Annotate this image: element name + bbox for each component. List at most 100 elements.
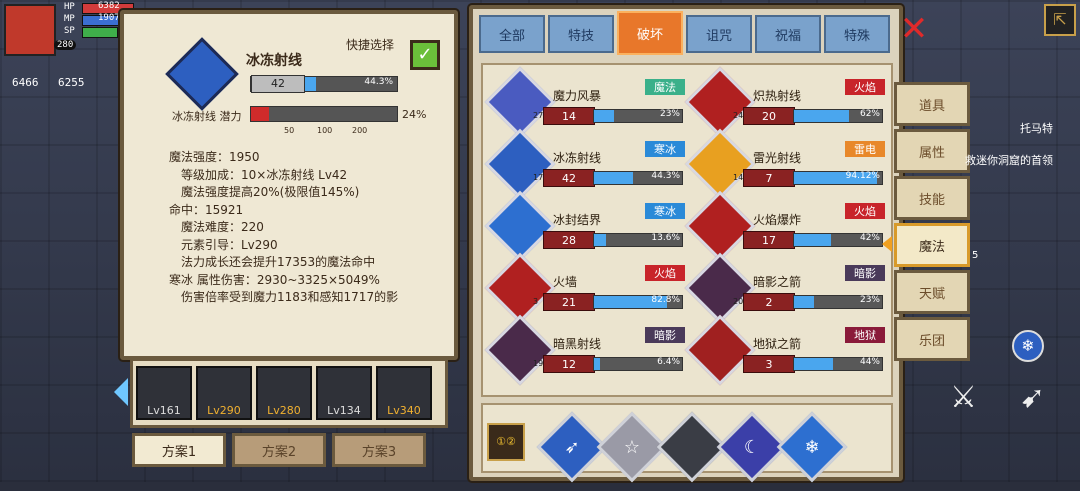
skill-progress-fill: [594, 358, 600, 370]
side-tab[interactable]: 技能: [894, 176, 970, 220]
category-tab[interactable]: 全部: [479, 15, 545, 53]
slot-glyph: [670, 425, 714, 469]
companion-slot[interactable]: Lv280: [256, 366, 312, 420]
element-badge: 火焰: [645, 265, 685, 281]
companion-level: Lv280: [267, 404, 301, 417]
slot-glyph: ❄: [804, 436, 820, 458]
skill-icon: [484, 66, 556, 138]
element-badge: 地狱: [845, 327, 885, 343]
plan-tab-3[interactable]: 方案3: [332, 433, 426, 467]
skill-progress-bar: 23%: [593, 109, 683, 123]
sp-bar: [82, 27, 118, 38]
element-badge: 火焰: [845, 79, 885, 95]
frost-shortcut-icon[interactable]: ❄: [1012, 330, 1044, 362]
potential-label: 冰冻射线 潜力: [172, 110, 242, 123]
companion-slot[interactable]: Lv134: [316, 366, 372, 420]
stat-line: 魔法难度：220: [181, 220, 264, 234]
skill-card[interactable]: 冰封结界 寒冰 28 13.6%: [484, 190, 685, 262]
side-tab[interactable]: 魔法: [894, 223, 970, 267]
skill-icon: [484, 252, 556, 324]
skill-card[interactable]: 雷光射线 雷电 7 94.12% 14: [684, 128, 885, 200]
skill-icon: [684, 66, 756, 138]
currency-2: 6255: [58, 76, 85, 89]
category-tab[interactable]: 特殊: [824, 15, 890, 53]
skill-rank: 14: [733, 173, 744, 182]
stat-line: 等级加成：10×冰冻射线 Lv42: [181, 167, 348, 182]
sp-label: SP: [64, 26, 75, 36]
currency-1: 6466: [12, 76, 39, 89]
category-tab[interactable]: 诅咒: [686, 15, 752, 53]
skill-card[interactable]: 暗黑射线 暗影 12 6.4% 19: [484, 314, 685, 386]
skill-level: 21: [543, 293, 595, 311]
stat-line: 寒冰 属性伤害：2930~3325×5049%: [169, 272, 380, 287]
hp-label: HP: [64, 2, 75, 12]
skill-progress-bar: 44.3%: [593, 171, 683, 185]
skill-level: 28: [543, 231, 595, 249]
skill-card[interactable]: 火墙 火焰 21 82.8% 3: [484, 252, 685, 324]
category-tab[interactable]: 祝福: [755, 15, 821, 53]
player-level: 280: [54, 40, 77, 50]
skill-card[interactable]: 炽热射线 火焰 20 62% 24: [684, 66, 885, 138]
level-box: 42: [251, 75, 305, 93]
skill-progress-fill: [594, 110, 615, 122]
hotbar-order-button[interactable]: ①②: [487, 423, 525, 461]
side-tab[interactable]: 乐团: [894, 317, 970, 361]
slot-glyph: ☾: [743, 436, 761, 458]
skill-progress-pct: 13.6%: [651, 233, 680, 243]
skill-progress-bar: 6.4%: [593, 357, 683, 371]
bow-icon[interactable]: ➹: [1020, 380, 1045, 415]
quick-select-label: 快捷选择: [346, 38, 395, 52]
hp-value: 6382: [98, 1, 120, 11]
skill-icon: [484, 128, 556, 200]
companion-scroll-left-icon[interactable]: [114, 378, 128, 406]
skill-rank: 27: [533, 111, 544, 120]
skill-progress-pct: 6.4%: [657, 357, 680, 367]
exit-button[interactable]: ⇱: [1044, 4, 1076, 36]
skill-progress-pct: 82.8%: [651, 295, 680, 305]
skill-name: 冰冻射线: [553, 151, 602, 165]
mp-value: 1907: [98, 13, 120, 23]
companion-slot[interactable]: Lv290: [196, 366, 252, 420]
slot-glyph: ➶: [564, 436, 580, 458]
side-tab-pointer-icon: [882, 236, 892, 252]
skill-progress-pct: 42%: [859, 233, 880, 243]
companion-level: Lv134: [327, 404, 361, 417]
skill-progress-fill: [794, 110, 849, 122]
player-portrait[interactable]: [4, 4, 56, 56]
element-badge: 暗影: [845, 265, 885, 281]
companion-slot[interactable]: Lv161: [136, 366, 192, 420]
side-tab[interactable]: 天赋: [894, 270, 970, 314]
element-badge: 寒冰: [645, 141, 685, 157]
skill-card[interactable]: 魔力风暴 魔法 14 23% 27: [484, 66, 685, 138]
category-tab[interactable]: 特技: [548, 15, 614, 53]
skill-card[interactable]: 暗影之箭 暗影 2 23% 20: [684, 252, 885, 324]
skill-card[interactable]: 地狱之箭 地狱 3 44%: [684, 314, 885, 386]
companion-slot[interactable]: Lv340: [376, 366, 432, 420]
skill-level: 7: [743, 169, 795, 187]
skill-card[interactable]: 冰冻射线 寒冰 42 44.3% 17: [484, 128, 685, 200]
close-icon[interactable]: ✕: [897, 12, 931, 46]
stat-line: 魔法强度提高20%(极限值145%): [181, 185, 360, 199]
skill-name: 火焰爆炸: [753, 213, 802, 227]
side-tab[interactable]: 道具: [894, 82, 970, 126]
skill-progress-pct: 23%: [659, 109, 680, 119]
skill-progress-fill: [794, 296, 815, 308]
plan-tab-2[interactable]: 方案2: [232, 433, 326, 467]
sword-icon[interactable]: ⚔: [950, 380, 977, 415]
side-tab[interactable]: 属性: [894, 129, 970, 173]
skill-card[interactable]: 火焰爆炸 火焰 17 42%: [684, 190, 885, 262]
skill-progress-pct: 23%: [859, 295, 880, 305]
level-bar: 42 44.3%: [250, 75, 398, 93]
companion-level: Lv290: [207, 404, 241, 417]
skill-rank: 20: [733, 297, 744, 306]
skill-icon: [484, 190, 556, 262]
skill-level: 42: [543, 169, 595, 187]
skill-icon: [684, 314, 756, 386]
skill-level: 12: [543, 355, 595, 373]
skill-name: 雷光射线: [753, 151, 802, 165]
quick-select-checkbox[interactable]: ✓: [410, 40, 440, 70]
plan-tab-1[interactable]: 方案1: [132, 433, 226, 467]
skill-grid: 魔力风暴 魔法 14 23% 27 炽热射线 火焰 20 62% 24 冰冻射线 寒冰 42 44.3% 1…: [481, 63, 893, 397]
skill-progress-fill: [594, 234, 606, 246]
category-tab[interactable]: 破坏: [617, 11, 683, 55]
